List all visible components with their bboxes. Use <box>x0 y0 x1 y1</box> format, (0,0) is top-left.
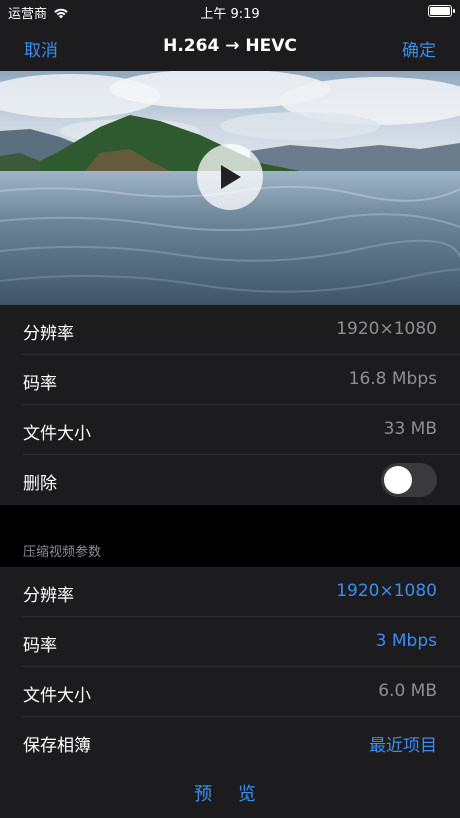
original-info-group: 分辨率 1920×1080 码率 16.8 Mbps 文件大小 33 MB 删除 <box>0 305 460 505</box>
resolution-label: 分辨率 <box>23 324 74 344</box>
compress-filesize-row: 文件大小 6.0 MB <box>0 667 460 717</box>
filesize-value: 33 MB <box>383 419 437 439</box>
confirm-button[interactable]: 确定 <box>402 36 436 61</box>
toggle-knob <box>384 466 412 494</box>
compress-resolution-value[interactable]: 1920×1080 <box>336 581 437 601</box>
original-resolution-row: 分辨率 1920×1080 <box>0 305 460 355</box>
filesize-label: 文件大小 <box>23 424 91 444</box>
compress-section-header: 压缩视频参数 <box>23 545 102 560</box>
compress-filesize-value: 6.0 MB <box>378 681 437 701</box>
compress-resolution-row[interactable]: 分辨率 1920×1080 <box>0 567 460 617</box>
compress-params-group: 分辨率 1920×1080 码率 3 Mbps 文件大小 6.0 MB 保存相簿… <box>0 567 460 767</box>
delete-row: 删除 <box>0 455 460 505</box>
status-bar: 运营商 上午 9:19 <box>0 0 460 24</box>
play-button[interactable] <box>197 144 263 210</box>
compress-bitrate-label: 码率 <box>23 636 57 656</box>
delete-toggle[interactable] <box>381 463 437 497</box>
battery-icon <box>428 5 455 17</box>
save-album-value[interactable]: 最近项目 <box>369 731 437 756</box>
navigation-bar: 取消 H.264 → HEVC 确定 <box>0 24 460 71</box>
delete-label: 删除 <box>23 474 57 494</box>
save-album-label: 保存相簿 <box>23 736 91 756</box>
original-filesize-row: 文件大小 33 MB <box>0 405 460 455</box>
compress-filesize-label: 文件大小 <box>23 686 91 706</box>
compress-resolution-label: 分辨率 <box>23 586 74 606</box>
bitrate-label: 码率 <box>23 374 57 394</box>
page-title: H.264 → HEVC <box>163 36 297 56</box>
status-time: 上午 9:19 <box>200 7 260 22</box>
preview-button[interactable]: 预 览 <box>0 767 460 818</box>
bitrate-value: 16.8 Mbps <box>348 369 437 389</box>
compress-bitrate-value[interactable]: 3 Mbps <box>376 631 437 651</box>
play-icon <box>221 165 241 189</box>
original-bitrate-row: 码率 16.8 Mbps <box>0 355 460 405</box>
save-album-row[interactable]: 保存相簿 最近项目 <box>0 717 460 767</box>
video-preview[interactable] <box>0 71 460 305</box>
resolution-value: 1920×1080 <box>336 319 437 339</box>
compress-bitrate-row[interactable]: 码率 3 Mbps <box>0 617 460 667</box>
